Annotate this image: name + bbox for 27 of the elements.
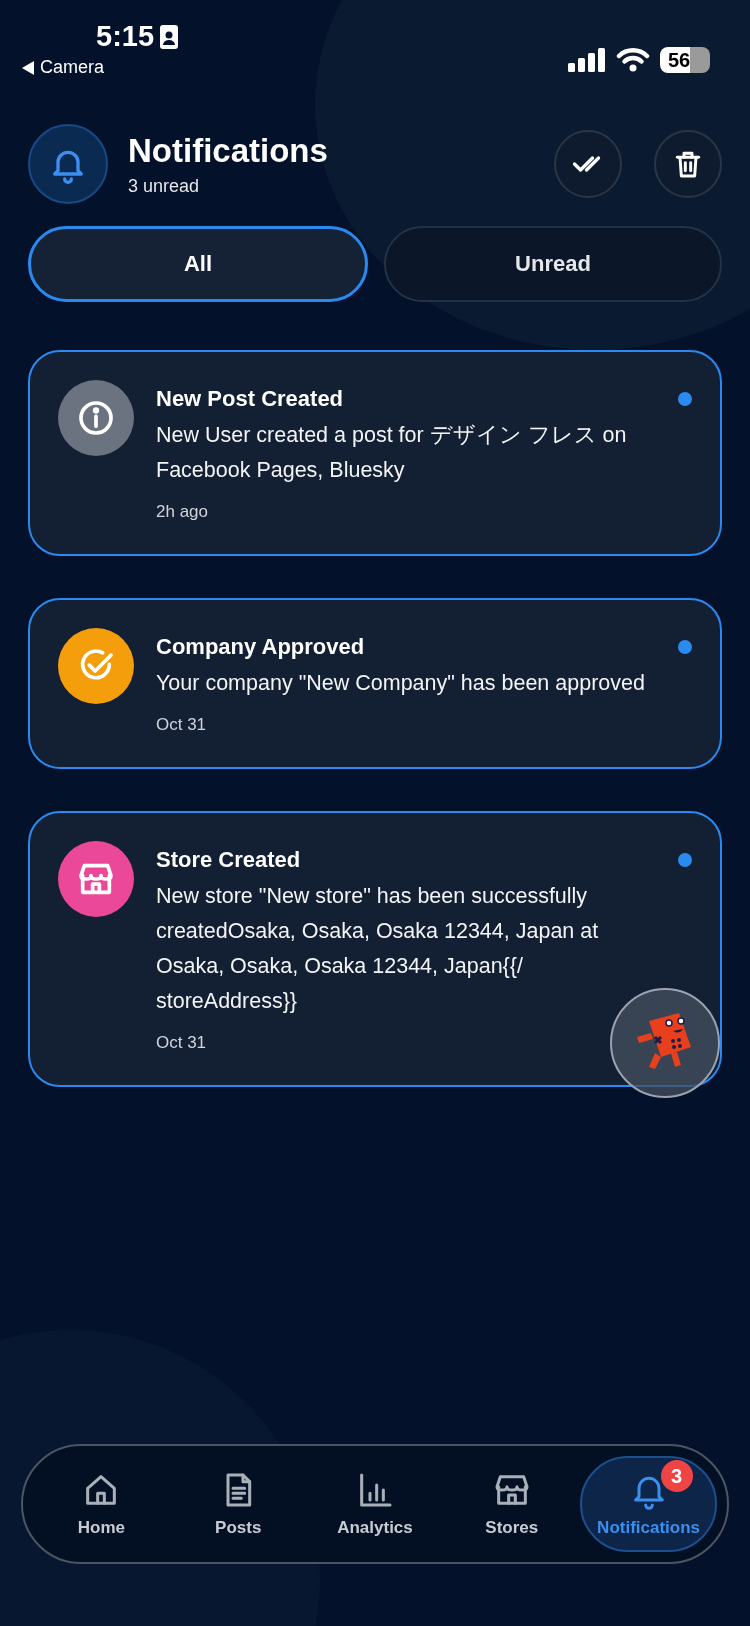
back-link[interactable]: Camera	[40, 57, 105, 78]
notification-title: New Post Created	[156, 386, 345, 412]
nav-tab[interactable]: Home	[33, 1456, 170, 1552]
wifi-icon	[616, 47, 650, 73]
notification-message: New User created a post for デザイン フレス on Facebook Pages, Bluesky	[156, 422, 628, 484]
notification-time: Oct 31	[156, 715, 208, 735]
id-card-icon	[160, 24, 179, 49]
notification-title: Store Created	[156, 847, 302, 873]
nav-tab[interactable]: Posts	[169, 1456, 307, 1552]
page-title: Notifications	[128, 131, 329, 170]
unread-count: 3 unread	[128, 175, 201, 197]
notification-title: Company Approved	[156, 634, 366, 660]
battery-level: 56	[660, 47, 710, 73]
info-icon	[76, 398, 116, 438]
nav-tab[interactable]: Notifications 3	[580, 1456, 717, 1552]
nav-tab[interactable]: Stores	[443, 1456, 581, 1552]
status-time: 5:15	[96, 20, 155, 53]
notification-message: New store "New store" has been successfully createdOsaka, Osaka, Osaka 12344, Japan at Osaka, Osaka, Osaka 12344, Japan{{/ storeAddress}}	[156, 883, 600, 1015]
notification-time: Oct 31	[156, 1033, 208, 1053]
unread-badge: 3	[660, 1460, 693, 1492]
filter-tab[interactable]: Unread	[384, 226, 722, 302]
back-arrow-icon[interactable]	[22, 60, 34, 75]
signal-icon	[568, 48, 606, 72]
notification-message: Your company "New Company" has been approved	[156, 670, 646, 697]
notification-time: 2h ago	[156, 502, 209, 522]
filter-tab[interactable]: All	[28, 226, 368, 302]
nav-tab[interactable]: Analytics	[306, 1456, 444, 1552]
